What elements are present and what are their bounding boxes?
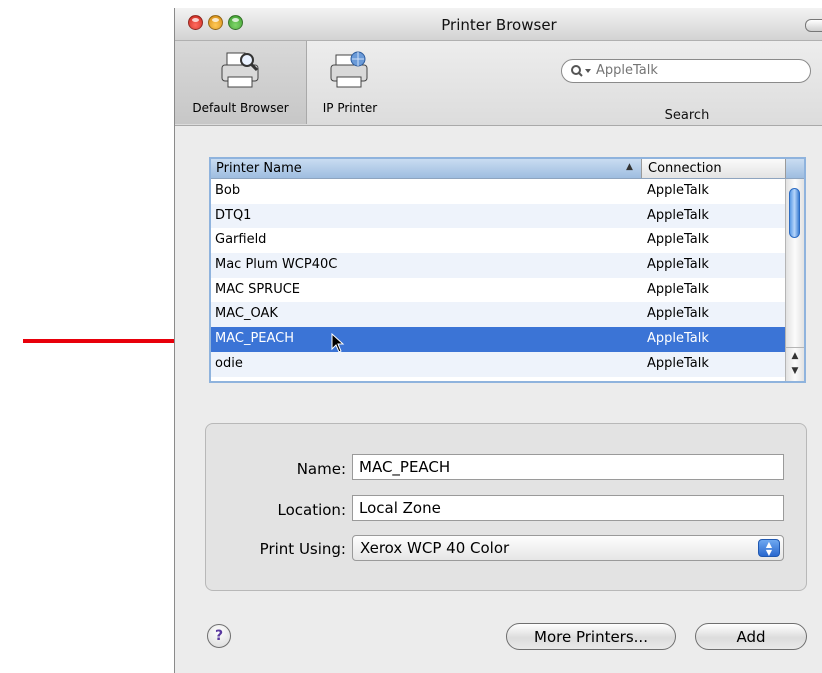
toolbar: Default Browser IP Printer AppleTalk Sea…	[175, 41, 822, 126]
table-row[interactable]: Mac Plum WCP40C AppleTalk	[211, 253, 785, 278]
printer-name-cell: DTQ1	[215, 207, 252, 223]
window-title: Printer Browser	[441, 16, 557, 34]
printer-details-group: Name: MAC_PEACH Location: Local Zone Pri…	[205, 423, 807, 591]
printer-list: Printer Name ▲ Connection Bob AppleTalk D…	[209, 157, 806, 383]
connection-cell: AppleTalk	[647, 207, 709, 223]
search-label: Search	[664, 108, 710, 123]
ip-printer-button[interactable]: IP Printer	[315, 41, 385, 124]
printer-name-cell: MAC SPRUCE	[215, 281, 301, 297]
printer-name-cell: MAC_PEACH	[215, 331, 295, 347]
connection-header-label: Connection	[648, 161, 722, 176]
column-header-connection[interactable]: Connection	[641, 159, 786, 178]
sort-ascending-icon: ▲	[626, 162, 633, 172]
table-row[interactable]: MAC_OAK AppleTalk	[211, 302, 785, 328]
help-button[interactable]: ?	[207, 624, 231, 648]
connection-cell: AppleTalk	[647, 183, 709, 198]
add-button[interactable]: Add	[695, 623, 807, 650]
search-input[interactable]	[596, 63, 796, 78]
connection-cell: AppleTalk	[647, 257, 709, 273]
default-browser-button[interactable]: Default Browser	[175, 41, 307, 124]
printer-browser-window: Printer Browser Default Browser IP Print…	[174, 8, 822, 673]
connection-cell: AppleTalk	[647, 232, 709, 248]
name-label: Name:	[296, 460, 346, 478]
scrollbar-thumb[interactable]	[789, 188, 800, 238]
vertical-scrollbar[interactable]: ▲ ▼	[785, 179, 804, 381]
connection-cell: AppleTalk	[647, 355, 709, 371]
table-row-selected[interactable]: MAC_PEACH AppleTalk	[211, 327, 785, 353]
mouse-cursor-icon	[331, 333, 345, 353]
annotation-arrow	[23, 333, 198, 349]
default-browser-label: Default Browser	[192, 101, 289, 115]
title-bar: Printer Browser	[175, 8, 822, 41]
printer-name-cell: Bob	[215, 183, 241, 198]
location-label: Location:	[277, 501, 347, 519]
name-field[interactable]: MAC_PEACH	[352, 454, 784, 480]
printer-name-cell: Mac Plum WCP40C	[215, 257, 338, 273]
ip-printer-icon	[330, 51, 368, 88]
search-field[interactable]	[561, 59, 811, 83]
table-row[interactable]: MAC SPRUCE AppleTalk	[211, 278, 785, 303]
ip-printer-label: IP Printer	[322, 101, 378, 115]
print-using-value: Xerox WCP 40 Color	[360, 539, 510, 557]
column-header-printer-name[interactable]: Printer Name	[216, 161, 302, 176]
table-row[interactable]: Bob AppleTalk	[211, 179, 785, 204]
table-row[interactable]: Garfield AppleTalk	[211, 228, 785, 253]
location-field[interactable]: Local Zone	[352, 495, 784, 521]
toolbar-toggle-button[interactable]	[805, 19, 822, 32]
table-row[interactable]: DTQ1 AppleTalk	[211, 203, 785, 229]
printer-rows: Bob AppleTalk DTQ1 AppleTalk Garfield Apple…	[211, 179, 785, 377]
connection-cell: AppleTalk	[647, 306, 709, 322]
table-header: Printer Name ▲ Connection	[211, 159, 804, 179]
scroll-up-arrow-icon[interactable]: ▲	[786, 347, 804, 364]
printer-name-cell: MAC_OAK	[215, 306, 278, 322]
print-using-select[interactable]: Xerox WCP 40 Color ▲ ▼	[352, 535, 784, 561]
printer-search-icon	[221, 52, 258, 88]
search-icon	[571, 65, 591, 77]
connection-cell: AppleTalk	[647, 281, 709, 297]
more-printers-button[interactable]: More Printers...	[506, 623, 676, 650]
table-row[interactable]: odie AppleTalk	[211, 351, 785, 377]
connection-cell: AppleTalk	[647, 331, 709, 347]
printer-name-cell: Garfield	[215, 232, 267, 248]
select-arrows-icon: ▲ ▼	[758, 539, 780, 557]
scroll-down-arrow-icon[interactable]: ▼	[786, 363, 804, 379]
print-using-label: Print Using:	[259, 540, 346, 558]
printer-name-cell: odie	[215, 355, 243, 371]
